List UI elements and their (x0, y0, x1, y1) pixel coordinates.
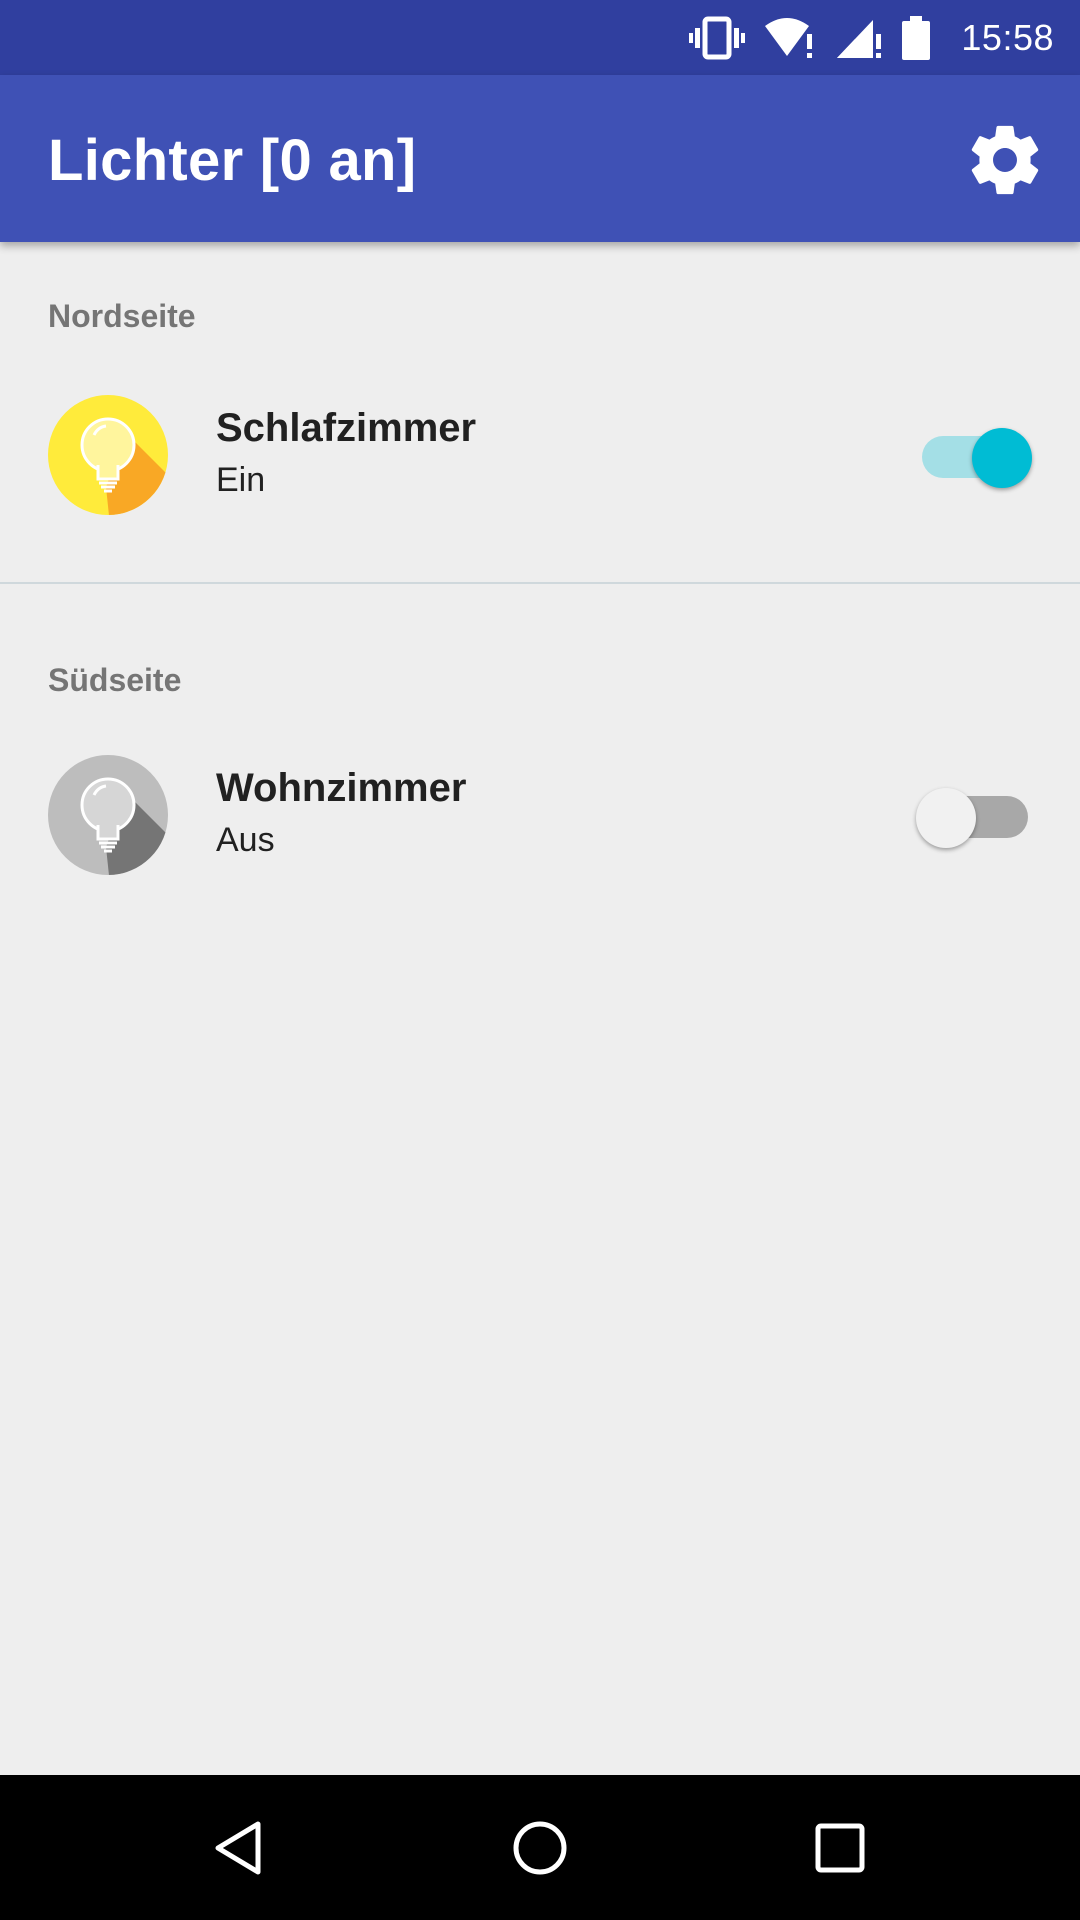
lightbulb-off-icon (48, 755, 168, 875)
light-toggle-wohnzimmer[interactable] (916, 778, 1032, 848)
app-bar: Lichter [0 an] (0, 75, 1080, 242)
room-status: Aus (216, 821, 275, 859)
light-toggle-schlafzimmer[interactable] (916, 418, 1032, 488)
room-row-wohnzimmer[interactable]: Wohnzimmer Aus (0, 720, 1080, 962)
status-bar: 15:58 (0, 0, 1080, 75)
wifi-alert-icon (765, 17, 813, 58)
section-header-nordseite: Nordseite (48, 298, 196, 334)
room-name: Schlafzimmer (216, 406, 477, 450)
home-button[interactable] (505, 1813, 575, 1883)
status-icons: 15:58 (689, 15, 1054, 60)
recent-apps-icon (815, 1823, 865, 1873)
home-icon (513, 1821, 567, 1875)
gear-icon (971, 125, 1039, 195)
battery-icon (902, 15, 931, 60)
room-name: Wohnzimmer (216, 766, 467, 810)
recent-apps-button[interactable] (805, 1813, 875, 1883)
divider (0, 582, 1080, 584)
vibrate-icon (689, 16, 746, 59)
settings-button[interactable] (960, 115, 1050, 205)
lightbulb-on-icon (48, 395, 168, 515)
page-title: Lichter [0 an] (48, 128, 417, 193)
back-icon (215, 1821, 261, 1875)
back-button[interactable] (205, 1813, 275, 1883)
section-header-suedseite: Südseite (48, 662, 182, 698)
room-status: Ein (216, 461, 266, 499)
lights-list: Nordseite Schlafzimmer Ein Südseite Wohn… (0, 242, 1080, 962)
switch-thumb (972, 428, 1032, 488)
switch-thumb (916, 788, 976, 848)
signal-alert-icon (837, 19, 882, 58)
status-time: 15:58 (961, 16, 1054, 58)
room-row-schlafzimmer[interactable]: Schlafzimmer Ein (0, 360, 1080, 602)
nav-bar (0, 1775, 1080, 1920)
